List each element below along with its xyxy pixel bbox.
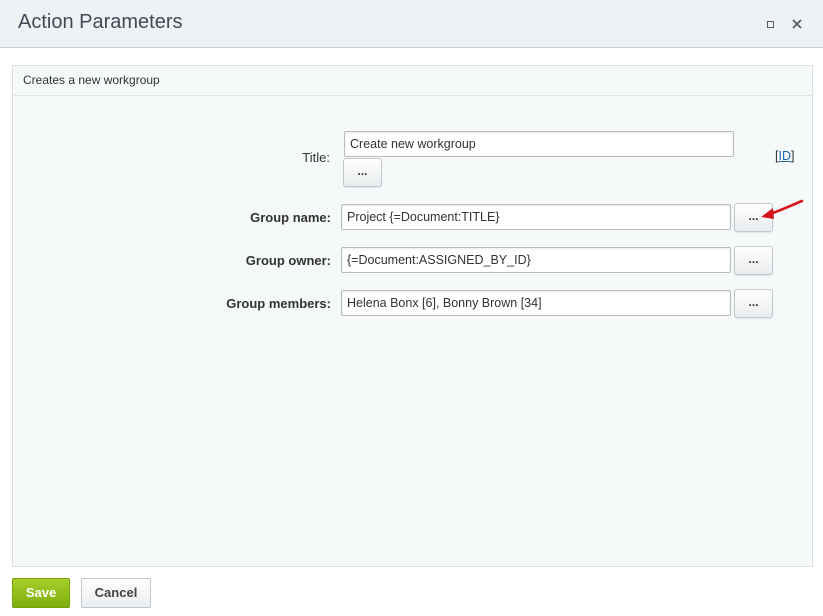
dialog-title: Action Parameters xyxy=(18,11,183,33)
group-name-label: Group name: xyxy=(250,210,331,225)
group-members-input[interactable]: Helena Bonx [6], Bonny Brown [34] xyxy=(341,290,731,316)
id-link-close-bracket: ] xyxy=(790,149,795,163)
id-link-text[interactable]: ID xyxy=(778,149,791,163)
title-label: Title: xyxy=(302,150,330,165)
title-input[interactable]: Create new workgroup xyxy=(344,131,734,157)
id-link[interactable]: [ID] xyxy=(775,149,794,163)
title-select-button[interactable]: ... xyxy=(343,158,382,187)
group-owner-input[interactable]: {=Document:ASSIGNED_BY_ID} xyxy=(341,247,731,273)
maximize-icon xyxy=(766,20,774,28)
cancel-button[interactable]: Cancel xyxy=(81,578,151,608)
annotation-arrow-icon xyxy=(761,199,804,219)
save-button[interactable]: Save xyxy=(12,578,70,608)
dialog-titlebar: Action Parameters xyxy=(0,0,823,48)
group-members-select-button[interactable]: ... xyxy=(734,289,773,318)
panel-header: Creates a new workgroup xyxy=(13,66,812,96)
group-owner-select-button[interactable]: ... xyxy=(734,246,773,275)
maximize-button[interactable] xyxy=(761,15,779,33)
group-owner-label: Group owner: xyxy=(245,253,331,268)
group-name-input[interactable]: Project {=Document:TITLE} xyxy=(341,204,731,230)
group-members-label: Group members: xyxy=(226,296,331,311)
close-button[interactable] xyxy=(788,15,806,33)
close-icon xyxy=(792,19,802,29)
